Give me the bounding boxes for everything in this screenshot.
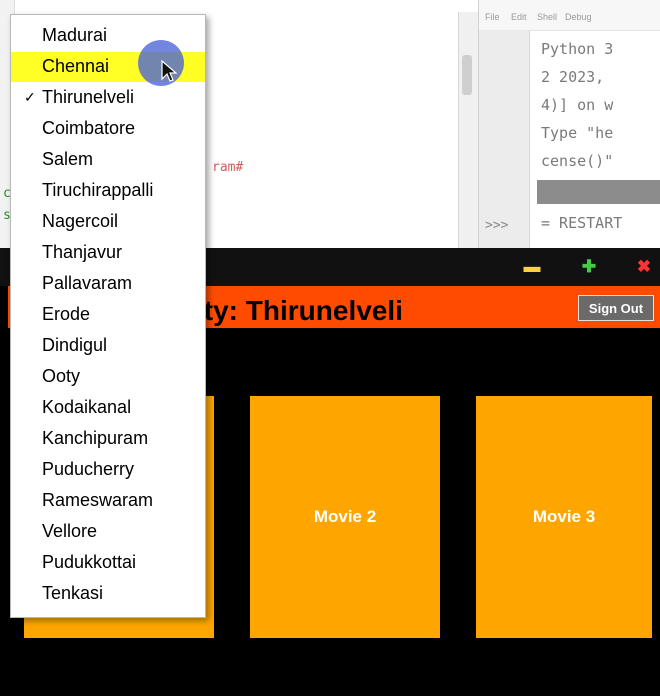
dropdown-item-kanchipuram[interactable]: Kanchipuram [11,424,205,454]
dropdown-item-label: Salem [42,149,94,169]
dropdown-item-thirunelveli[interactable]: ✓ Thirunelveli [11,83,205,113]
shell-line: 4)] on w [541,96,614,114]
dropdown-item-label: Pudukkottai [42,552,137,572]
dropdown-item-kodaikanal[interactable]: Kodaikanal [11,393,205,423]
dropdown-item-label: Chennai [42,56,110,76]
editor-scrollbar[interactable] [458,12,479,248]
dropdown-item-label: Puducherry [42,459,135,479]
menu-file[interactable]: File [485,12,500,22]
dropdown-item-tiruchirappalli[interactable]: Tiruchirappalli [11,176,205,206]
dropdown-item-pudukkottai[interactable]: Pudukkottai [11,548,205,578]
dropdown-item-ooty[interactable]: Ooty [11,362,205,392]
close-icon[interactable]: ✖ [634,257,654,277]
dropdown-item-tenkasi[interactable]: Tenkasi [11,579,205,609]
dropdown-item-dindigul[interactable]: Dindigul [11,331,205,361]
dropdown-item-label: Erode [42,304,91,324]
shell-prompt-column: >>> [479,30,530,248]
dropdown-item-nagercoil[interactable]: Nagercoil [11,207,205,237]
shell-line: Type "he [541,124,614,142]
plus-icon[interactable]: ✚ [579,257,599,277]
dropdown-item-label: Kodaikanal [42,397,132,417]
dropdown-item-label: Thanjavur [42,242,123,262]
dropdown-item-thanjavur[interactable]: Thanjavur [11,238,205,268]
python-shell-window: File Edit Shell Debug >>> Python 3 2 202… [478,0,660,248]
menu-edit[interactable]: Edit [511,12,527,22]
code-comment-fragment: ram# [212,160,244,175]
shell-line: Python 3 [541,40,614,58]
dropdown-item-label: Tiruchirappalli [42,180,154,200]
editor-scrollbar-thumb[interactable] [462,55,472,95]
dropdown-item-label: Madurai [42,25,108,45]
dropdown-item-label: Ooty [42,366,81,386]
shell-menubar: File Edit Shell Debug [479,0,660,31]
menu-debug[interactable]: Debug [565,12,592,22]
dropdown-item-label: Rameswaram [42,490,154,510]
dropdown-item-label: Vellore [42,521,98,541]
movie-tile-3[interactable]: Movie 3 [476,396,652,638]
shell-restart-line: = RESTART [541,214,623,232]
dropdown-item-rameswaram[interactable]: Rameswaram [11,486,205,516]
city-dropdown-menu: Madurai Chennai ✓ Thirunelveli Coimbatore… [10,14,206,618]
dropdown-item-label: Kanchipuram [42,428,149,448]
dropdown-item-coimbatore[interactable]: Coimbatore [11,114,205,144]
shell-line: cense()" [541,152,614,170]
dropdown-item-erode[interactable]: Erode [11,300,205,330]
shell-selection-band [537,180,660,204]
dropdown-item-pallavaram[interactable]: Pallavaram [11,269,205,299]
dropdown-item-label: Coimbatore [42,118,136,138]
menu-shell[interactable]: Shell [537,12,557,22]
dropdown-item-puducherry[interactable]: Puducherry [11,455,205,485]
dropdown-item-vellore[interactable]: Vellore [11,517,205,547]
dropdown-item-label: Thirunelveli [42,87,135,107]
shell-prompt: >>> [485,218,509,233]
movie-label: Movie 3 [532,507,596,526]
movie-tile-2[interactable]: Movie 2 [250,396,440,638]
check-icon: ✓ [24,89,36,105]
movie-label: Movie 2 [313,507,377,526]
sign-out-button[interactable]: Sign Out [578,295,654,321]
mouse-pointer-icon [161,60,178,82]
shell-line: 2 2023, [541,68,605,86]
minimize-icon[interactable]: ▬ [522,257,542,277]
dropdown-item-label: Nagercoil [42,211,119,231]
dropdown-item-salem[interactable]: Salem [11,145,205,175]
dropdown-item-label: Tenkasi [42,583,104,603]
dropdown-item-label: Pallavaram [42,273,133,293]
dropdown-item-label: Dindigul [42,335,108,355]
